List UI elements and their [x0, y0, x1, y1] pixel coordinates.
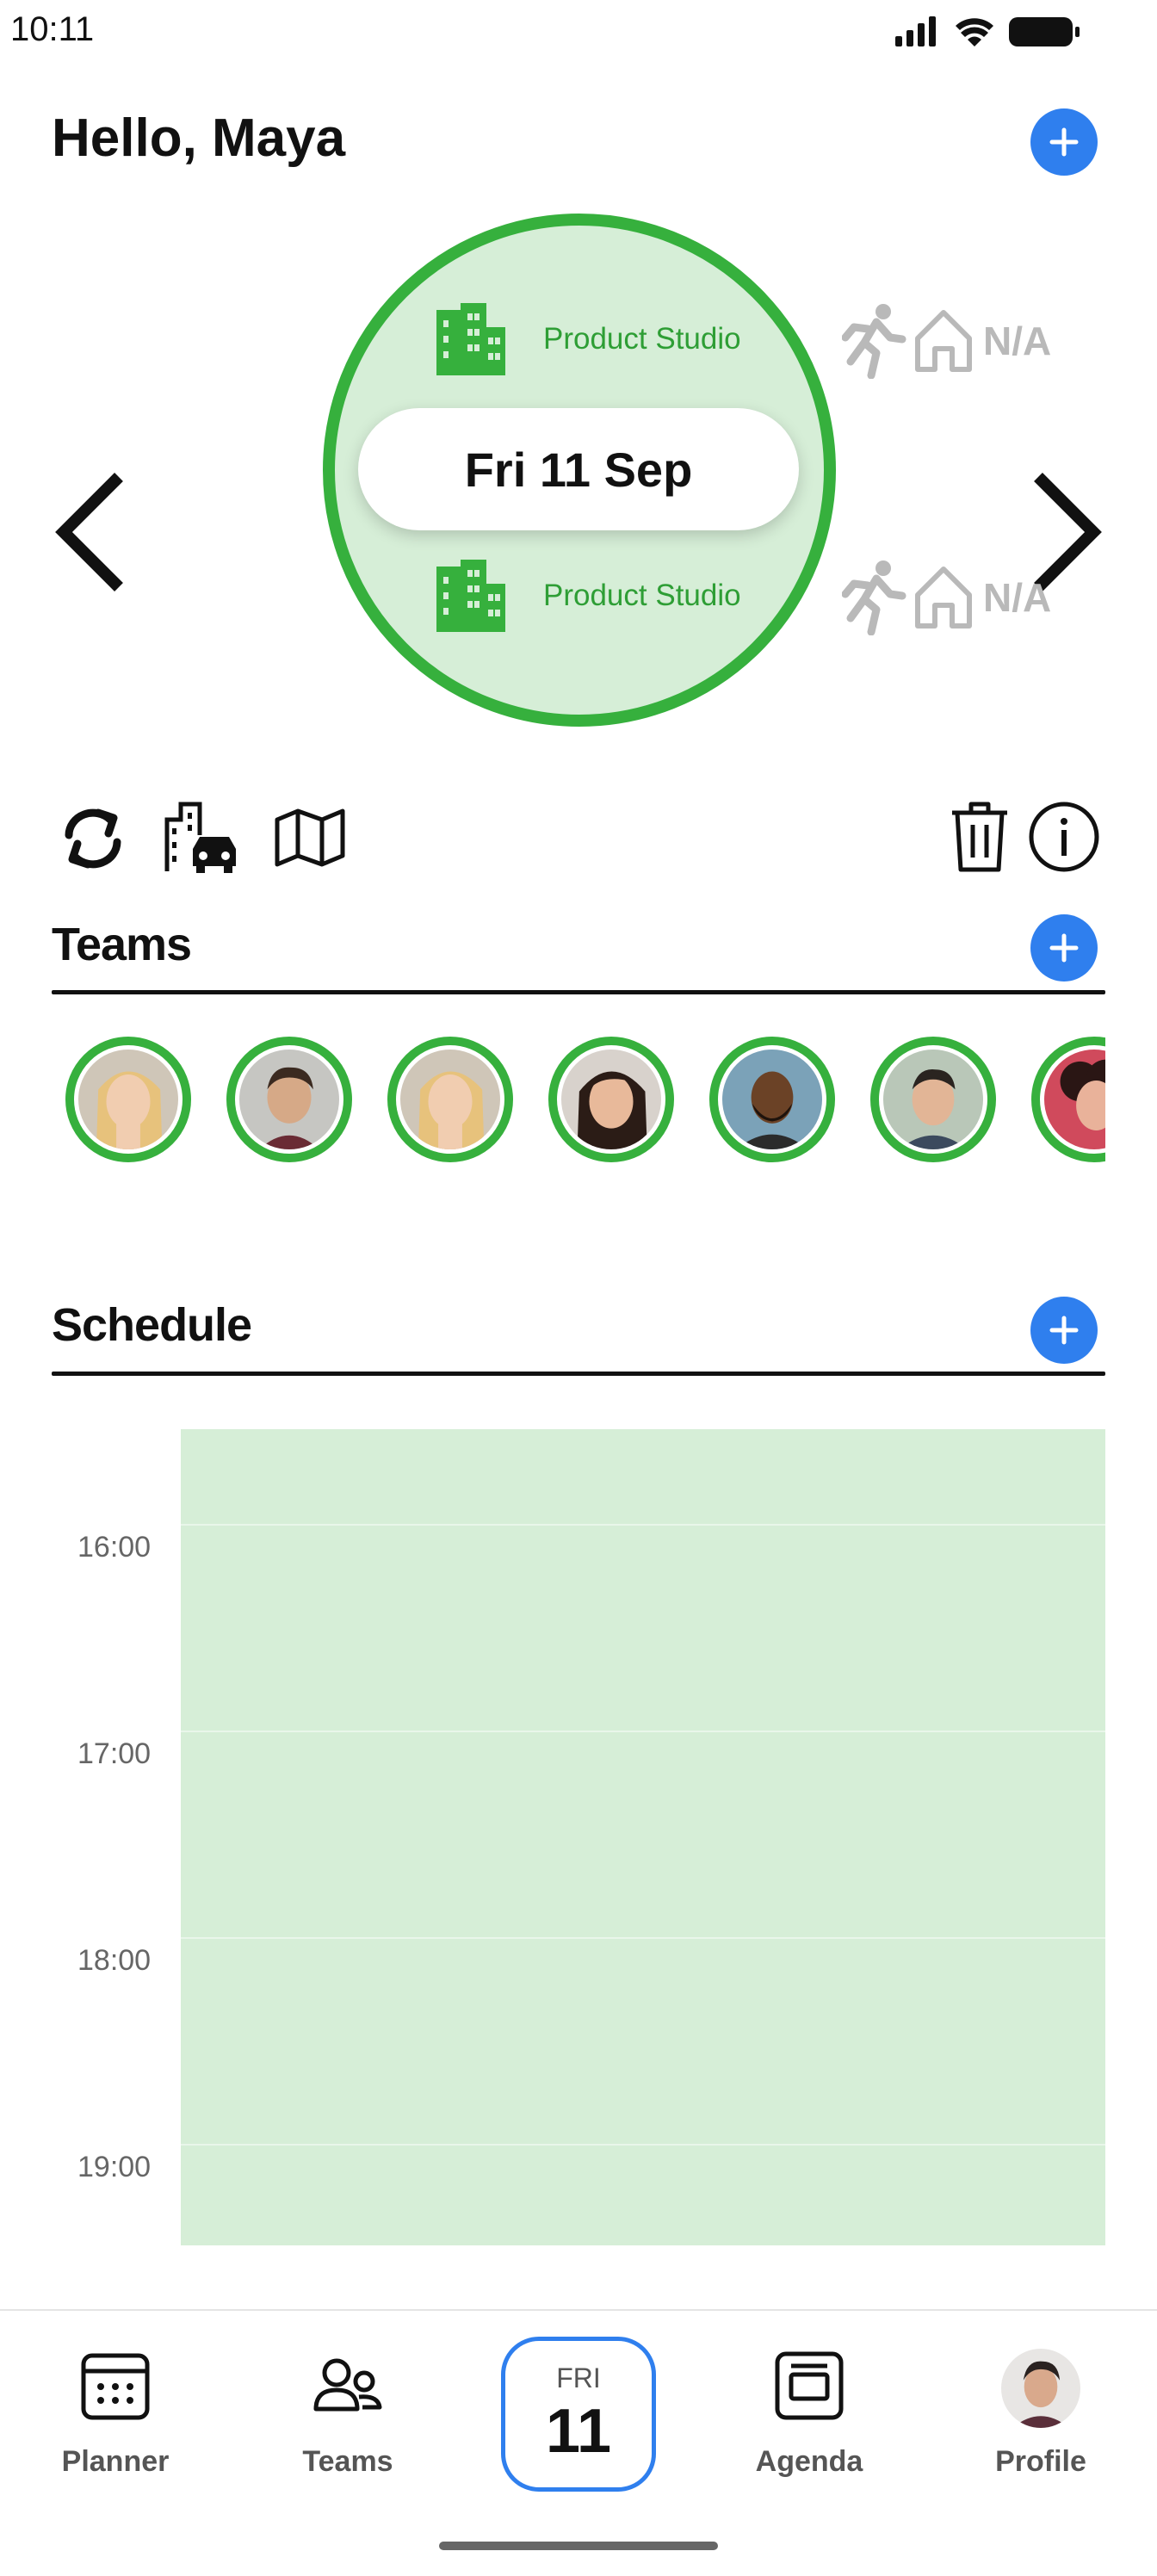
team-members-list[interactable] [52, 1030, 1105, 1167]
tab-planner[interactable]: Planner [21, 2349, 210, 2479]
bottom-navigation: Planner Teams FRI 11 Agenda Profile [0, 2309, 1157, 2576]
team-member-avatar[interactable] [548, 1037, 674, 1162]
team-member-avatar[interactable] [709, 1037, 835, 1162]
morning-status-text: N/A [983, 319, 1052, 363]
today-day-number: 11 [545, 2396, 612, 2466]
hour-gridline [181, 1937, 1105, 1939]
teams-section-title: Teams [52, 919, 192, 970]
avatar-young-man-icon [239, 1050, 339, 1149]
office-building-icon [436, 303, 505, 375]
home-icon [915, 567, 972, 629]
schedule-divider [52, 1372, 1105, 1376]
team-member-avatar[interactable] [65, 1037, 191, 1162]
add-schedule-button[interactable] [1030, 1297, 1098, 1364]
hour-gridline [181, 2144, 1105, 2146]
tab-teams-label: Teams [302, 2445, 393, 2478]
schedule-section-title: Schedule [52, 1299, 252, 1351]
hour-gridline [181, 1731, 1105, 1732]
team-member-avatar[interactable] [870, 1037, 996, 1162]
tab-profile-label: Profile [995, 2445, 1086, 2478]
morning-location-label: Product Studio [543, 322, 741, 356]
profile-avatar [1001, 2349, 1080, 2428]
team-member-avatar[interactable] [226, 1037, 352, 1162]
tab-profile[interactable]: Profile [946, 2349, 1135, 2479]
hour-label: 16:00 [77, 1531, 152, 1564]
date-pill[interactable]: Fri 11 Sep [358, 408, 799, 530]
hour-label: 17:00 [77, 1737, 152, 1770]
plus-icon [1049, 1316, 1079, 1345]
afternoon-status-text: N/A [983, 575, 1052, 620]
today-button[interactable]: FRI 11 [501, 2337, 656, 2492]
afternoon-location-label: Product Studio [543, 579, 741, 612]
home-indicator [439, 2542, 718, 2550]
wifi-icon [956, 18, 993, 46]
tab-agenda-label: Agenda [755, 2445, 863, 2478]
people-icon [313, 2358, 382, 2412]
status-time: 10:11 [10, 10, 95, 48]
status-bar: 10:11 [0, 0, 1157, 62]
battery-icon [1009, 17, 1080, 46]
office-building-icon [436, 560, 505, 632]
plus-icon [1049, 127, 1079, 157]
afternoon-side-status[interactable]: N/A [842, 560, 1051, 635]
teams-divider [52, 990, 1105, 994]
info-icon[interactable] [1028, 801, 1100, 873]
add-team-button[interactable] [1030, 914, 1098, 981]
signal-icon [895, 16, 936, 46]
office-parking-icon[interactable] [164, 801, 241, 873]
trash-icon[interactable] [947, 799, 1012, 875]
running-person-icon [842, 304, 906, 379]
morning-side-status[interactable]: N/A [842, 303, 1051, 379]
today-day-of-week: FRI [556, 2362, 601, 2393]
avatar-man-icon [1001, 2349, 1080, 2428]
avatar-bearded-man-icon [722, 1050, 822, 1149]
avatar-dark-hair-woman-icon [561, 1050, 661, 1149]
avatar-curly-hair-woman-icon [1044, 1050, 1105, 1149]
avatar-blonde-woman-icon [78, 1050, 178, 1149]
agenda-icon [775, 2351, 844, 2420]
home-icon [915, 310, 972, 372]
tab-teams[interactable]: Teams [253, 2349, 442, 2479]
tab-planner-label: Planner [61, 2445, 170, 2478]
greeting-title: Hello, Maya [52, 108, 346, 168]
hour-label: 18:00 [77, 1944, 152, 1977]
add-event-button[interactable] [1030, 108, 1098, 176]
previous-day-button[interactable] [52, 472, 129, 592]
avatar-man-short-hair-icon [883, 1050, 983, 1149]
hour-gridline [181, 1524, 1105, 1526]
plus-icon [1049, 933, 1079, 963]
morning-location-slot[interactable]: Product Studio [435, 301, 741, 377]
afternoon-location-slot[interactable]: Product Studio [435, 558, 741, 634]
tab-agenda[interactable]: Agenda [715, 2349, 904, 2479]
team-member-avatar[interactable] [387, 1037, 513, 1162]
map-icon[interactable] [274, 808, 346, 868]
calendar-icon [81, 2353, 150, 2420]
avatar-blonde-woman-icon [400, 1050, 500, 1149]
schedule-timeline[interactable] [181, 1429, 1105, 2245]
repeat-icon[interactable] [57, 804, 129, 873]
running-person-icon [842, 560, 906, 635]
team-member-avatar[interactable] [1031, 1037, 1105, 1162]
hour-label: 19:00 [77, 2151, 152, 2183]
status-icons [895, 16, 1080, 46]
